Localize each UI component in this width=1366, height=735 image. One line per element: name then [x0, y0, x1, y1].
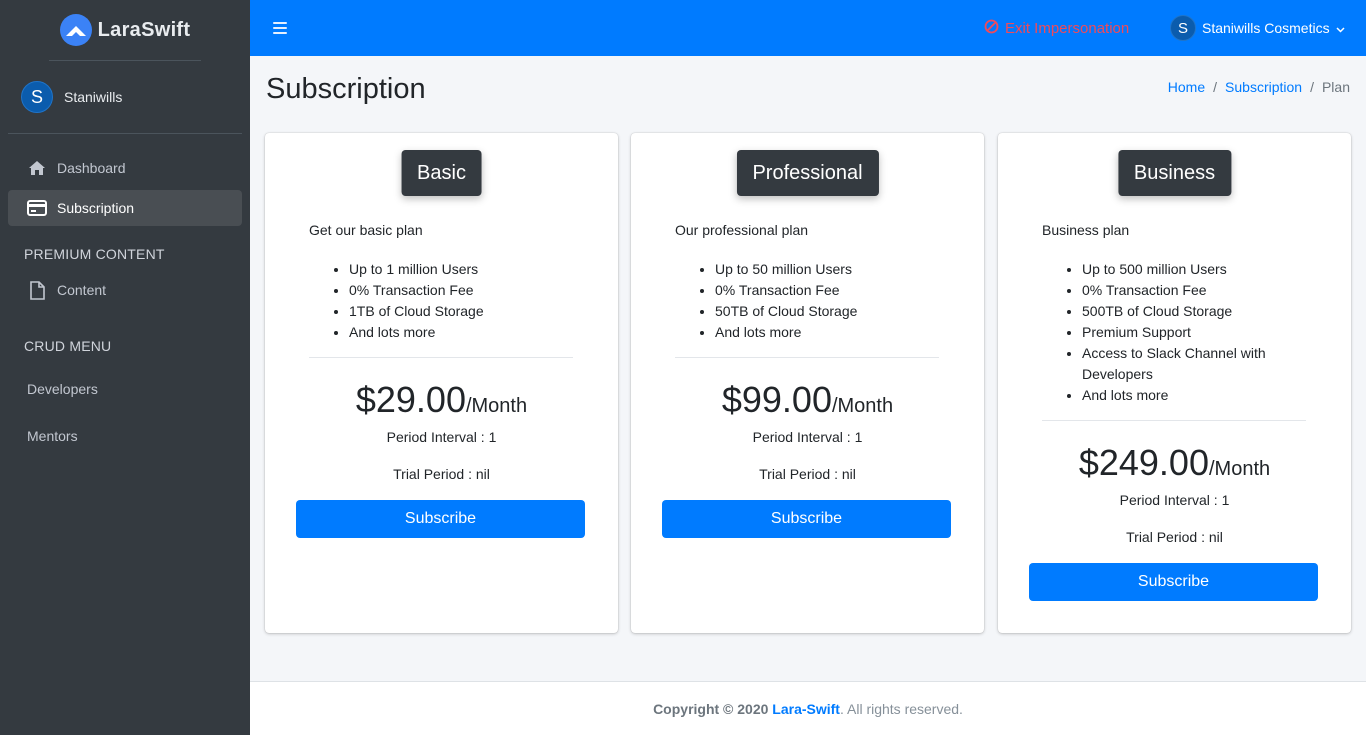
breadcrumb-subscription[interactable]: Subscription	[1225, 79, 1302, 95]
subscribe-button[interactable]: Subscribe	[296, 500, 585, 538]
sidebar-item-label: Dashboard	[57, 160, 126, 176]
list-item: 50TB of Cloud Storage	[715, 301, 945, 322]
user-menu-label: Staniwills Cosmetics	[1202, 20, 1330, 36]
sidebar-item-content[interactable]: Content	[8, 272, 242, 308]
price-period: /Month	[831, 395, 894, 417]
list-item: Up to 50 million Users	[715, 259, 945, 280]
sidebar: LaraSwift S Staniwills Dashboard Subscri…	[0, 0, 250, 735]
plan-features: Up to 50 million Users 0% Transaction Fe…	[715, 259, 945, 343]
trial-period: Trial Period : nil	[1126, 529, 1223, 545]
price-amount: $249.00	[1078, 442, 1209, 483]
plan-price: $99.00/Month	[631, 379, 984, 421]
user-menu-dropdown[interactable]: S Staniwills Cosmetics	[1170, 15, 1345, 41]
list-item: 0% Transaction Fee	[715, 280, 945, 301]
divider	[309, 357, 573, 358]
exit-impersonation-label: Exit Impersonation	[1005, 20, 1130, 37]
price-period: /Month	[1208, 458, 1271, 480]
sidebar-item-label: Subscription	[57, 200, 135, 216]
trial-period: Trial Period : nil	[393, 466, 490, 482]
brand-logo-icon	[59, 14, 92, 46]
plan-card-basic: Basic Get our basic plan Up to 1 million…	[265, 133, 618, 633]
plan-features: Up to 500 million Users 0% Transaction F…	[1082, 259, 1282, 406]
plan-price: $249.00/Month	[998, 442, 1351, 484]
sidebar-item-developers[interactable]: Developers	[0, 371, 250, 407]
footer-brand-link[interactable]: Lara-Swift	[772, 701, 840, 717]
top-navbar: Exit Impersonation S Staniwills Cosmetic…	[250, 0, 1366, 56]
price-period: /Month	[465, 395, 528, 417]
breadcrumb-home[interactable]: Home	[1168, 79, 1205, 95]
user-name[interactable]: Staniwills	[64, 89, 122, 105]
home-icon	[27, 158, 47, 178]
divider	[675, 357, 939, 358]
price-amount: $29.00	[355, 379, 466, 420]
list-item: And lots more	[1082, 385, 1282, 406]
period-interval: Period Interval : 1	[386, 429, 497, 445]
plan-features: Up to 1 million Users 0% Transaction Fee…	[349, 259, 579, 343]
trial-period: Trial Period : nil	[759, 466, 856, 482]
brand-name: LaraSwift	[97, 18, 191, 41]
list-item: Access to Slack Channel with Developers	[1082, 343, 1282, 385]
plan-card-business: Business Business plan Up to 500 million…	[998, 133, 1351, 633]
page-title: Subscription	[266, 73, 426, 105]
list-item: 0% Transaction Fee	[349, 280, 579, 301]
plan-description: Business plan	[1042, 222, 1130, 238]
file-icon	[27, 280, 47, 300]
sidebar-item-subscription[interactable]: Subscription	[8, 190, 242, 226]
sidebar-item-label: Content	[57, 282, 107, 298]
avatar: S	[1170, 15, 1196, 41]
plan-name: Basic	[401, 150, 482, 196]
list-item: 1TB of Cloud Storage	[349, 301, 579, 322]
list-item: Premium Support	[1082, 322, 1282, 343]
price-amount: $99.00	[721, 379, 832, 420]
subscribe-button[interactable]: Subscribe	[662, 500, 951, 538]
list-item: Up to 500 million Users	[1082, 259, 1282, 280]
divider	[1042, 420, 1306, 421]
plan-name: Professional	[736, 150, 879, 196]
brand-link[interactable]: LaraSwift	[49, 0, 201, 61]
list-item: Up to 1 million Users	[349, 259, 579, 280]
period-interval: Period Interval : 1	[752, 429, 863, 445]
plan-name: Business	[1117, 150, 1232, 196]
user-panel[interactable]: S Staniwills	[8, 61, 242, 134]
plan-card-professional: Professional Our professional plan Up to…	[631, 133, 984, 633]
footer-copyright: Copyright © 2020	[653, 700, 769, 717]
breadcrumb: Home / Subscription / Plan	[1167, 79, 1350, 95]
exit-impersonation-link[interactable]: Exit Impersonation	[984, 19, 1129, 38]
footer-rights: . All rights reserved.	[839, 700, 963, 717]
plan-price: $29.00/Month	[265, 379, 618, 421]
sidebar-item-mentors[interactable]: Mentors	[0, 418, 250, 454]
breadcrumb-current: Plan	[1321, 79, 1350, 95]
nav-header-premium: PREMIUM CONTENT	[24, 246, 165, 262]
ban-icon	[984, 19, 999, 38]
sidebar-nav: Dashboard Subscription PREMIUM CONTENT C…	[0, 134, 250, 454]
credit-card-icon	[27, 198, 47, 218]
footer: Copyright © 2020 Lara-Swift. All rights …	[250, 681, 1366, 735]
list-item: 0% Transaction Fee	[1082, 280, 1282, 301]
sidebar-item-dashboard[interactable]: Dashboard	[8, 150, 242, 186]
menu-toggle-icon[interactable]	[273, 22, 287, 34]
list-item: And lots more	[715, 322, 945, 343]
list-item: 500TB of Cloud Storage	[1082, 301, 1282, 322]
plan-description: Get our basic plan	[309, 222, 423, 238]
list-item: And lots more	[349, 322, 579, 343]
period-interval: Period Interval : 1	[1119, 492, 1230, 508]
subscribe-button[interactable]: Subscribe	[1029, 563, 1318, 601]
chevron-down-icon	[1336, 20, 1345, 36]
plan-description: Our professional plan	[675, 222, 809, 238]
nav-header-crud: CRUD MENU	[24, 338, 112, 354]
avatar: S	[21, 81, 53, 113]
